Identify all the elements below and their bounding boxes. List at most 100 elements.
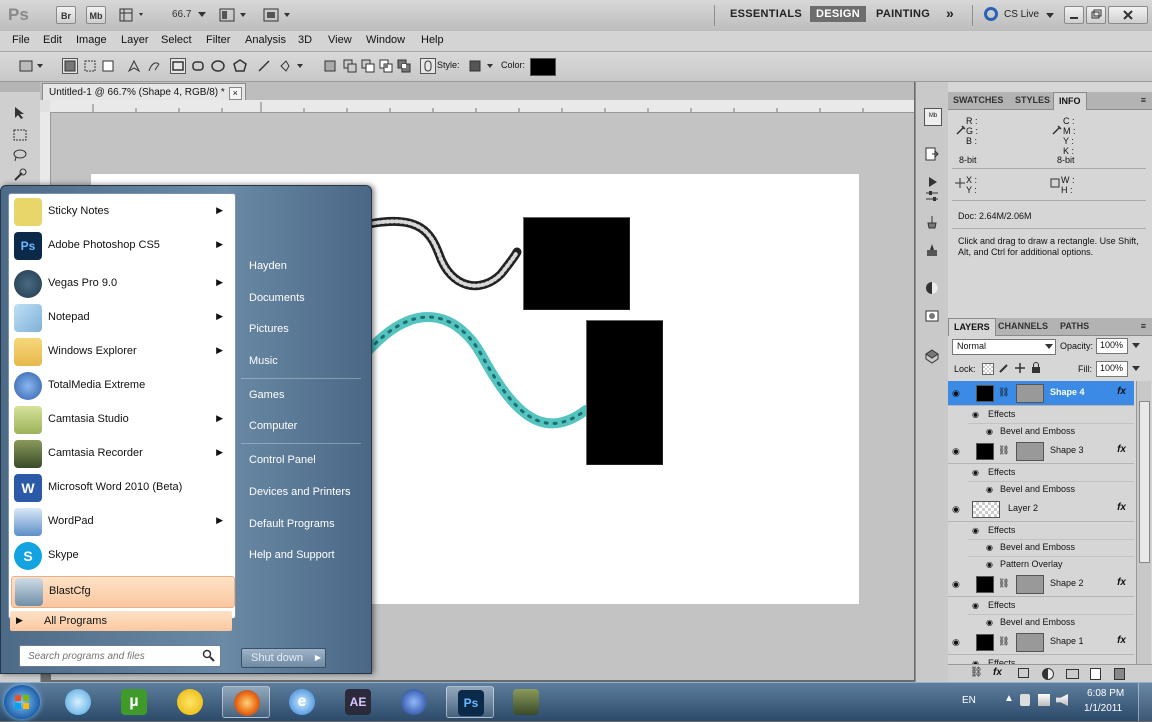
pen-tool-icon[interactable] xyxy=(126,58,142,74)
adjustments-panel-icon[interactable] xyxy=(924,188,940,204)
layer-shape-1[interactable]: ◉ ⛓ Shape 1 fx xyxy=(948,630,1134,655)
visibility-eye-icon[interactable]: ◉ xyxy=(986,423,993,440)
add-mask-icon[interactable] xyxy=(1018,668,1029,678)
start-default-programs[interactable]: Default Programs xyxy=(249,518,335,530)
quick-selection-icon[interactable] xyxy=(12,168,28,182)
visibility-eye-icon[interactable]: ◉ xyxy=(952,637,962,647)
menu-view[interactable]: View xyxy=(328,34,352,46)
visibility-eye-icon[interactable]: ◉ xyxy=(952,504,962,514)
layer-effects-row[interactable]: ◉ Effects xyxy=(968,597,1134,615)
history-panel-icon[interactable] xyxy=(924,146,940,162)
program-item[interactable]: Sticky Notes ▶ xyxy=(11,196,233,228)
exclude-shape-icon[interactable] xyxy=(396,58,412,74)
submenu-arrow-icon[interactable]: ▶ xyxy=(216,515,223,526)
program-item-highlighted[interactable]: BlastCfg xyxy=(11,576,235,608)
opacity-dropdown-icon[interactable] xyxy=(1132,343,1140,349)
layer-shape-3[interactable]: ◉ ⛓ Shape 3 fx xyxy=(948,439,1134,464)
taskbar-firefox[interactable] xyxy=(222,686,270,718)
program-item[interactable]: S Skype xyxy=(11,540,233,572)
new-layer-icon[interactable] xyxy=(1090,668,1101,680)
paths-icon[interactable] xyxy=(82,58,98,74)
rectangle-tool-icon[interactable] xyxy=(170,58,186,74)
clock-time[interactable]: 6:08 PM xyxy=(1087,688,1124,699)
masks-panel-icon[interactable] xyxy=(924,280,940,296)
menu-help[interactable]: Help xyxy=(421,34,444,46)
workspace-painting[interactable]: PAINTING xyxy=(876,8,930,20)
tab-swatches[interactable]: SWATCHES xyxy=(948,92,1008,109)
bridge-button[interactable]: Br xyxy=(56,6,76,24)
marquee-tool-icon[interactable] xyxy=(12,128,28,142)
blend-mode-select[interactable]: Normal xyxy=(952,339,1056,355)
tool-preset-picker[interactable] xyxy=(18,58,46,74)
program-item[interactable]: Vegas Pro 9.0 ▶ xyxy=(11,268,233,300)
clock-date[interactable]: 1/1/2011 xyxy=(1084,703,1122,714)
visibility-eye-icon[interactable]: ◉ xyxy=(986,539,993,556)
mini-bridge-panel-icon[interactable]: Mb xyxy=(924,108,942,126)
program-item[interactable]: Notepad ▶ xyxy=(11,302,233,334)
program-item[interactable]: WordPad ▶ xyxy=(11,506,233,538)
restore-button[interactable] xyxy=(1086,6,1106,24)
start-documents[interactable]: Documents xyxy=(249,292,305,304)
horizontal-ruler[interactable] xyxy=(50,100,914,113)
freeform-pen-icon[interactable] xyxy=(146,58,162,74)
taskbar-utorrent[interactable]: µ xyxy=(110,686,158,718)
menu-file[interactable]: File xyxy=(12,34,30,46)
tab-channels[interactable]: CHANNELS xyxy=(993,318,1053,335)
submenu-arrow-icon[interactable]: ▶ xyxy=(216,413,223,424)
subtract-shape-icon[interactable] xyxy=(360,58,376,74)
close-document-icon[interactable]: × xyxy=(228,87,242,100)
move-tool-icon[interactable] xyxy=(12,106,28,120)
menu-edit[interactable]: Edit xyxy=(43,34,62,46)
menu-image[interactable]: Image xyxy=(76,34,107,46)
visibility-eye-icon[interactable]: ◉ xyxy=(952,579,962,589)
add-to-shape-icon[interactable] xyxy=(342,58,358,74)
polygon-tool-icon[interactable] xyxy=(232,58,248,74)
shape-4-rectangle[interactable] xyxy=(523,217,630,310)
start-button[interactable] xyxy=(4,685,40,719)
shape-3-rectangle[interactable] xyxy=(586,320,663,465)
style-picker[interactable] xyxy=(468,58,496,74)
view-extras-button[interactable] xyxy=(118,7,148,23)
workspace-essentials[interactable]: ESSENTIALS xyxy=(730,8,802,20)
layer-fx-icon[interactable]: fx xyxy=(1117,386,1126,397)
tray-volume-icon[interactable] xyxy=(1056,694,1068,706)
document-tab[interactable]: Untitled-1 @ 66.7% (Shape 4, RGB/8) * × xyxy=(42,83,246,101)
lasso-tool-icon[interactable] xyxy=(12,148,28,162)
adjustment-layer-icon[interactable] xyxy=(1042,668,1054,680)
arrange-documents-button[interactable] xyxy=(218,7,250,23)
menu-layer[interactable]: Layer xyxy=(121,34,149,46)
menu-filter[interactable]: Filter xyxy=(206,34,230,46)
lock-all-icon[interactable] xyxy=(1030,362,1042,374)
all-programs-button[interactable]: ▶ All Programs xyxy=(10,611,232,631)
layer-fx-icon[interactable]: fx xyxy=(1117,635,1126,646)
fill-dropdown-icon[interactable] xyxy=(1132,366,1140,372)
menu-window[interactable]: Window xyxy=(366,34,405,46)
language-indicator[interactable]: EN xyxy=(962,695,976,706)
tab-paths[interactable]: PATHS xyxy=(1055,318,1094,335)
start-user-hayden[interactable]: Hayden xyxy=(249,260,287,272)
submenu-arrow-icon[interactable]: ▶ xyxy=(216,239,223,250)
layer-fx-icon[interactable]: fx xyxy=(1117,502,1126,513)
tab-styles[interactable]: STYLES xyxy=(1010,92,1055,109)
visibility-eye-icon[interactable]: ◉ xyxy=(972,522,979,539)
taskbar-photoshop[interactable]: Ps xyxy=(446,686,494,718)
lock-image-icon[interactable] xyxy=(998,362,1010,374)
layer-effects-row[interactable]: ◉ Effects xyxy=(968,655,1134,664)
taskbar-internet-explorer[interactable]: e xyxy=(278,686,326,718)
menu-3d[interactable]: 3D xyxy=(298,34,312,46)
layer-effects-row[interactable]: ◉ Effects xyxy=(968,522,1134,540)
fill-pixels-icon[interactable] xyxy=(100,58,116,74)
opacity-field[interactable]: 100% xyxy=(1096,338,1128,354)
shutdown-button[interactable]: Shut down xyxy=(241,648,313,668)
program-item[interactable]: Camtasia Studio ▶ xyxy=(11,404,233,436)
layer-shape-2[interactable]: ◉ ⛓ Shape 2 fx xyxy=(948,572,1134,597)
visibility-eye-icon[interactable]: ◉ xyxy=(952,388,962,398)
fill-field[interactable]: 100% xyxy=(1096,361,1128,377)
delete-layer-icon[interactable] xyxy=(1114,668,1125,680)
layer-layer-2[interactable]: ◉ Layer 2 fx xyxy=(948,497,1134,522)
layer-fx-icon[interactable]: fx xyxy=(1117,444,1126,455)
lock-transparent-icon[interactable] xyxy=(982,363,994,375)
start-computer[interactable]: Computer xyxy=(249,420,297,432)
effect-item[interactable]: ◉ Bevel and Emboss xyxy=(968,539,1134,557)
tools-collapse-button[interactable] xyxy=(0,82,40,92)
